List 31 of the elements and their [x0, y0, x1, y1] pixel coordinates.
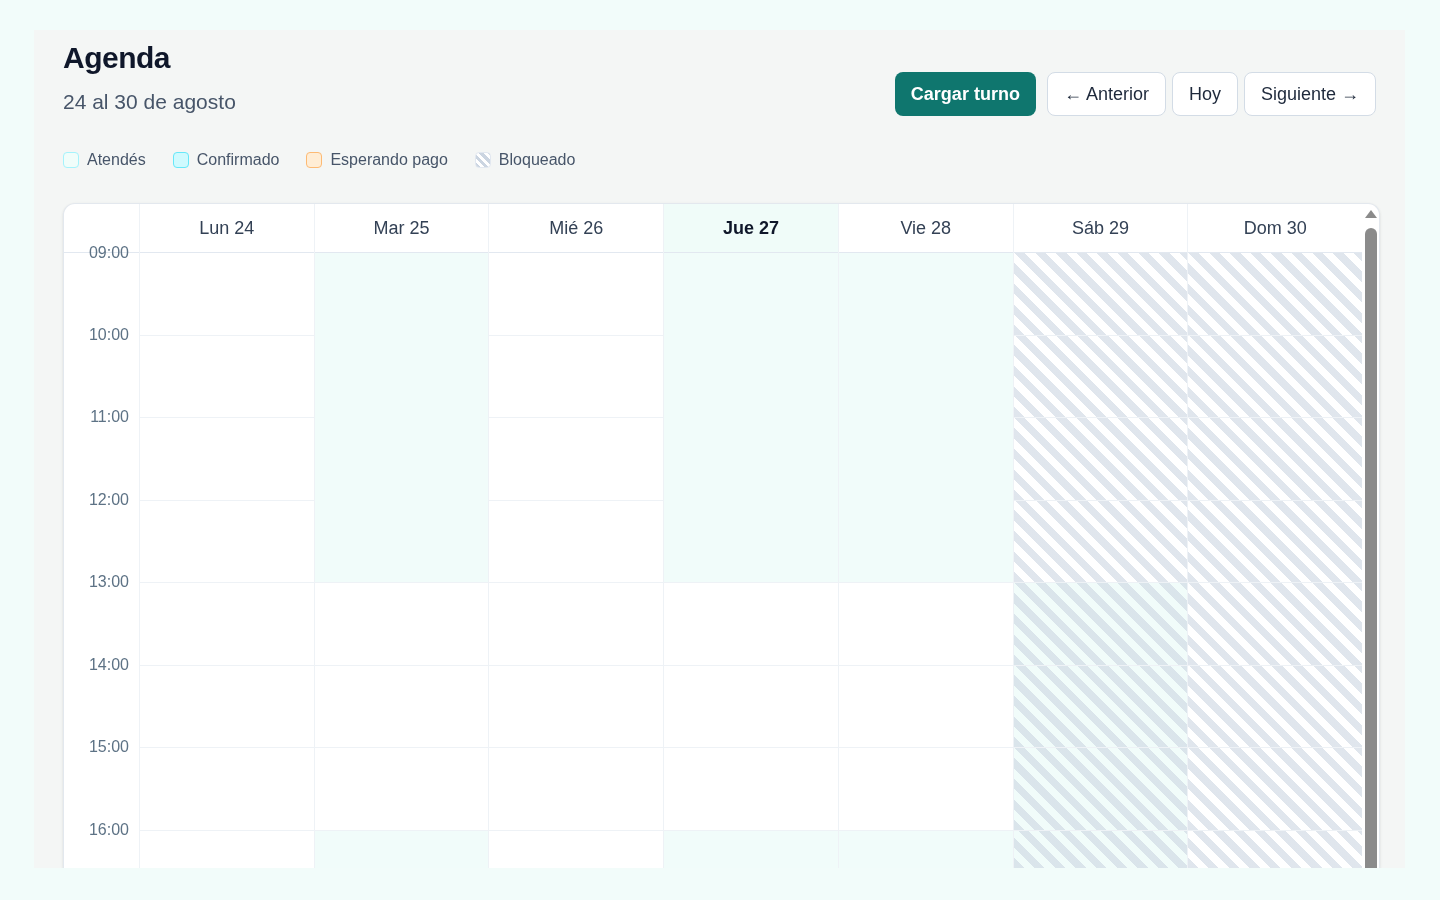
date-range: 24 al 30 de agosto	[63, 89, 236, 115]
up-triangle-icon[interactable]	[1364, 210, 1377, 218]
legend-label: Bloqueado	[498, 150, 576, 170]
nav-button[interactable]: Siguiente →	[1243, 72, 1376, 116]
time-label: 15:00	[87, 737, 130, 757]
time-label: 09:00	[87, 243, 130, 263]
nav-button[interactable]: Hoy	[1171, 72, 1238, 116]
time-label: 10:00	[87, 324, 130, 345]
time-label: 13:00	[87, 572, 130, 592]
legend-label: Atendés	[87, 150, 146, 170]
legend-label: Confirmado	[196, 150, 280, 170]
legend-label: Esperando pago	[330, 150, 448, 170]
hatched-swatch-icon	[474, 152, 491, 168]
page-title: Agenda	[63, 40, 170, 76]
color-swatch-icon	[306, 152, 323, 168]
day-header: Mié 26	[488, 204, 664, 252]
color-swatch-icon	[63, 152, 79, 168]
primary-button[interactable]: Cargar turno	[894, 72, 1036, 116]
day-header: Sáb 29	[1012, 204, 1188, 252]
day-header: Mar 25	[313, 204, 489, 252]
day-header: Jue 27	[663, 204, 838, 252]
day-header: Dom 30	[1187, 204, 1363, 252]
color-swatch-icon	[172, 152, 189, 168]
nav-button[interactable]: ← Anterior	[1046, 72, 1166, 116]
day-header: Vie 28	[837, 204, 1013, 252]
time-label: 16:00	[87, 819, 130, 840]
time-label: 14:00	[87, 654, 130, 675]
day-header: Lun 24	[139, 204, 314, 252]
time-label: 12:00	[87, 489, 130, 510]
scrollbar-thumb[interactable]	[1364, 228, 1377, 868]
time-label: 11:00	[89, 407, 130, 427]
